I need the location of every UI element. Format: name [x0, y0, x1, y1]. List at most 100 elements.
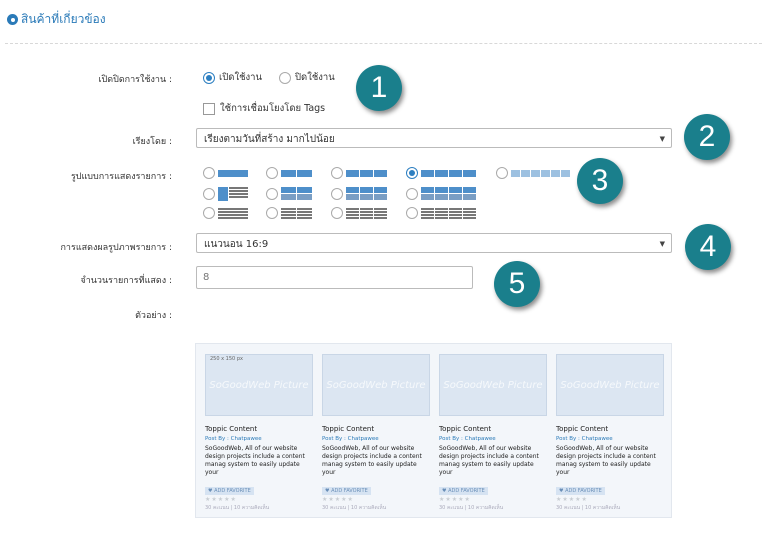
layout-icon	[421, 207, 476, 219]
layout-icon	[218, 207, 248, 219]
card-stats: 30 คะแนน | 10 ความคิดเห็น	[205, 505, 270, 511]
tags-label: ใช้การเชื่อมโยงโดย Tags	[220, 103, 326, 114]
card-stats: 30 คะแนน | 10 ความคิดเห็น	[439, 505, 504, 511]
radio-icon	[406, 207, 418, 219]
card-title: Toppic Content	[439, 425, 492, 433]
card-thumbnail: SoGoodWeb Picture	[556, 354, 664, 416]
preview-card: 250 x 150 px SoGoodWeb Picture Toppic Co…	[205, 354, 313, 512]
enable-label: เปิดปิดการใช้งาน :	[98, 75, 172, 85]
preview-box: 250 x 150 px SoGoodWeb Picture Toppic Co…	[195, 343, 672, 518]
layout-option-1x4[interactable]	[406, 167, 476, 179]
card-stats: 30 คะแนน | 10 ความคิดเห็น	[556, 505, 621, 511]
layout-icon	[511, 169, 570, 177]
add-favorite-button: ♥ ADD FAVORITE	[322, 487, 371, 495]
heart-icon: ♥	[559, 488, 564, 494]
watermark: SoGoodWeb Picture	[560, 379, 660, 391]
rating-stars: ★★★★★	[439, 496, 471, 503]
rating-stars: ★★★★★	[556, 496, 588, 503]
favorite-label: ADD FAVORITE	[214, 488, 251, 494]
layout-option-list-1[interactable]	[203, 207, 248, 219]
layout-option-grid-2x2[interactable]	[266, 187, 312, 200]
radio-icon	[266, 187, 278, 200]
watermark: SoGoodWeb Picture	[209, 379, 309, 391]
watermark: SoGoodWeb Picture	[326, 379, 426, 391]
radio-icon	[331, 167, 343, 179]
rating-stars: ★★★★★	[205, 496, 237, 503]
card-author: Post By : Chatpawee	[556, 436, 613, 442]
card-title: Toppic Content	[556, 425, 609, 433]
layout-option-1x1[interactable]	[203, 167, 248, 179]
dimension-label: 250 x 150 px	[210, 356, 243, 362]
step-badge-4: 4	[685, 224, 731, 270]
settings-panel: สินค้าที่เกี่ยวข้อง เปิดปิดการใช้งาน : เ…	[0, 0, 765, 545]
watermark: SoGoodWeb Picture	[443, 379, 543, 391]
radio-icon	[203, 188, 215, 200]
section-header: สินค้าที่เกี่ยวข้อง	[7, 10, 106, 29]
favorite-label: ADD FAVORITE	[565, 488, 602, 494]
enable-on-radio[interactable]: เปิดใช้งาน	[203, 70, 262, 85]
radio-icon	[266, 167, 278, 179]
layout-option-list-4[interactable]	[406, 207, 476, 219]
layout-option-grid-4x2[interactable]	[406, 187, 477, 200]
radio-icon	[331, 187, 343, 200]
radio-icon	[266, 207, 278, 219]
sort-select[interactable]: เรียงตามวันที่สร้าง มากไปน้อย ▼	[196, 128, 672, 148]
heart-icon: ♥	[325, 488, 330, 494]
rating-stars: ★★★★★	[322, 496, 354, 503]
preview-card: SoGoodWeb Picture Toppic Content Post By…	[322, 354, 430, 512]
divider	[5, 43, 762, 44]
layout-icon	[281, 169, 312, 177]
radio-icon	[496, 167, 508, 179]
step-badge-2: 2	[684, 114, 730, 160]
card-author: Post By : Chatpawee	[439, 436, 496, 442]
layout-option-1x2[interactable]	[266, 167, 312, 179]
preview-card: SoGoodWeb Picture Toppic Content Post By…	[439, 354, 547, 512]
checkbox-icon	[203, 102, 215, 115]
card-thumbnail: 250 x 150 px SoGoodWeb Picture	[205, 354, 313, 416]
layout-icon	[281, 187, 312, 200]
step-badge-3: 3	[577, 158, 623, 204]
layout-option-grid-3x2[interactable]	[331, 187, 388, 200]
heart-icon: ♥	[208, 488, 213, 494]
layout-option-list-2[interactable]	[266, 207, 312, 219]
radio-icon	[203, 207, 215, 219]
card-description: SoGoodWeb, All of our website design pro…	[556, 445, 656, 476]
card-title: Toppic Content	[322, 425, 375, 433]
layout-icon	[421, 187, 477, 200]
layout-option-list-3[interactable]	[331, 207, 387, 219]
sort-value: เรียงตามวันที่สร้าง มากไปน้อย	[204, 134, 335, 145]
step-badge-5: 5	[494, 261, 540, 307]
example-label: ตัวอย่าง :	[135, 311, 172, 321]
count-input[interactable]: 8	[196, 266, 473, 289]
preview-card: SoGoodWeb Picture Toppic Content Post By…	[556, 354, 664, 512]
layout-option-1x6[interactable]	[496, 167, 570, 179]
card-stats: 30 คะแนน | 10 ความคิดเห็น	[322, 505, 387, 511]
layout-icon	[218, 169, 248, 177]
ratio-select[interactable]: แนวนอน 16:9 ▼	[196, 233, 672, 253]
enable-off-radio[interactable]: ปิดใช้งาน	[279, 70, 335, 85]
radio-selected-icon	[203, 71, 215, 84]
section-title: สินค้าที่เกี่ยวข้อง	[21, 12, 106, 26]
step-badge-1: 1	[356, 65, 402, 111]
radio-selected-icon	[406, 167, 418, 179]
layout-icon	[346, 169, 387, 177]
radio-icon	[406, 187, 418, 200]
card-description: SoGoodWeb, All of our website design pro…	[322, 445, 422, 476]
card-author: Post By : Chatpawee	[322, 436, 379, 442]
layout-label: รูปแบบการแสดงรายการ :	[70, 172, 172, 182]
radio-icon	[203, 167, 215, 179]
card-thumbnail: SoGoodWeb Picture	[322, 354, 430, 416]
layout-option-1x3[interactable]	[331, 167, 387, 179]
card-thumbnail: SoGoodWeb Picture	[439, 354, 547, 416]
ratio-value: แนวนอน 16:9	[204, 239, 269, 250]
card-title: Toppic Content	[205, 425, 258, 433]
favorite-label: ADD FAVORITE	[448, 488, 485, 494]
sort-label: เรียงโดย :	[132, 137, 172, 147]
card-description: SoGoodWeb, All of our website design pro…	[439, 445, 539, 476]
add-favorite-button: ♥ ADD FAVORITE	[439, 487, 488, 495]
tags-checkbox[interactable]: ใช้การเชื่อมโยงโดย Tags	[203, 101, 325, 116]
layout-icon	[346, 207, 387, 219]
heart-icon: ♥	[442, 488, 447, 494]
layout-option-list-image[interactable]	[203, 187, 248, 201]
layout-icon	[218, 187, 248, 201]
